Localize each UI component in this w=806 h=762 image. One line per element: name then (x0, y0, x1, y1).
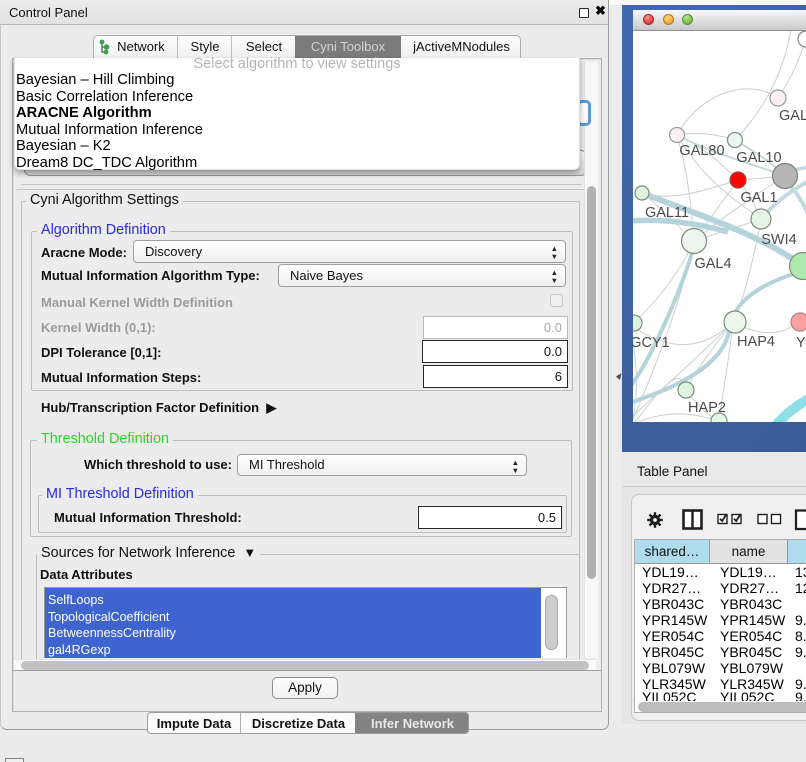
svg-text:GAL2: GAL2 (779, 108, 806, 124)
svg-text:HAP2: HAP2 (688, 400, 726, 416)
svg-text:GAL80: GAL80 (679, 143, 724, 159)
svg-text:SWI4: SWI4 (761, 232, 796, 248)
svg-text:GAL1: GAL1 (740, 190, 777, 206)
svg-text:HAP4: HAP4 (737, 334, 775, 350)
svg-text:GCY1: GCY1 (633, 335, 670, 351)
svg-text:GAL10: GAL10 (736, 150, 781, 166)
svg-text:GAL4: GAL4 (694, 256, 731, 272)
svg-text:Y: Y (796, 335, 806, 351)
svg-text:GAL11: GAL11 (645, 205, 689, 221)
